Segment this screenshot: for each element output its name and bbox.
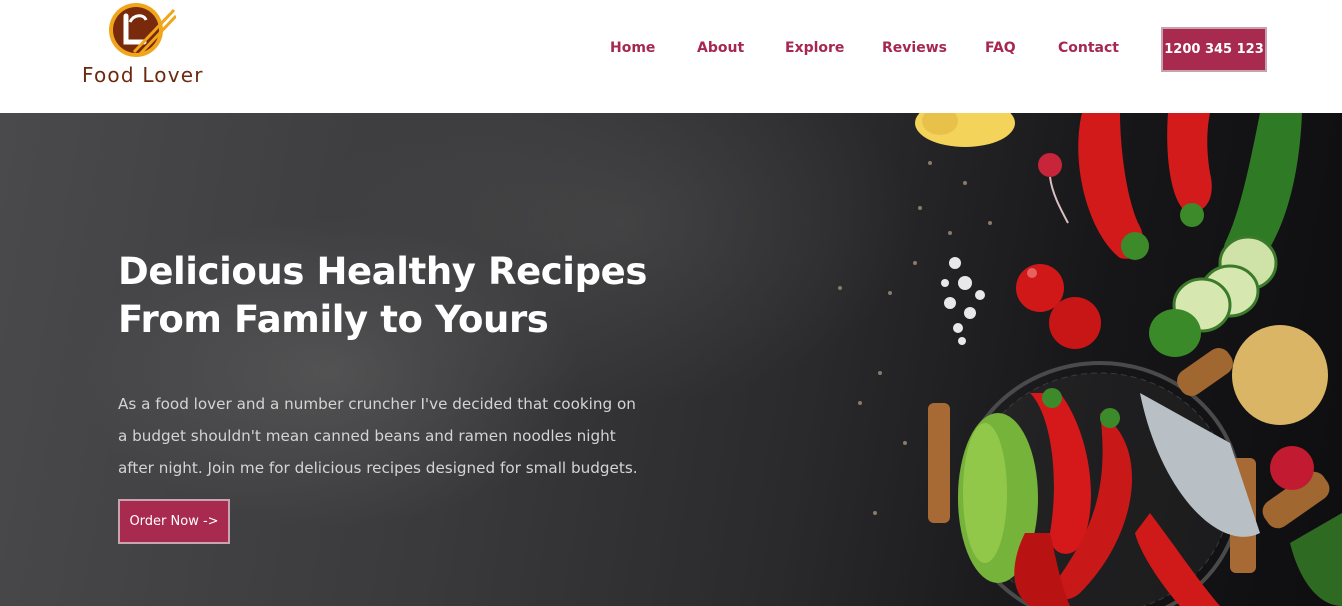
hero-description-line: after night. Join me for delicious recip… [118,459,638,477]
nav-link-faq[interactable]: FAQ [985,40,1016,56]
site-header: Food Lover Home About Explore Reviews FA… [0,0,1342,113]
order-now-button[interactable]: Order Now -> [118,499,230,544]
hero-description-line: As a food lover and a number cruncher I'… [118,395,636,413]
nav-link-about[interactable]: About [697,40,744,56]
phone-button[interactable]: 1200 345 123 [1161,27,1267,72]
chopsticks-plate-logo-icon [109,3,176,57]
hero-title-line: From Family to Yours [118,298,549,341]
nav-link-contact[interactable]: Contact [1058,40,1119,56]
hero-title: Delicious Healthy Recipes From Family to… [118,248,718,344]
brand-name: Food Lover [82,63,204,87]
hero-section: Delicious Healthy Recipes From Family to… [0,113,1342,606]
brand-logo[interactable]: Food Lover [82,0,222,100]
nav-link-home[interactable]: Home [610,40,655,56]
nav-link-reviews[interactable]: Reviews [882,40,947,56]
nav-link-explore[interactable]: Explore [785,40,844,56]
hero-description: As a food lover and a number cruncher I'… [118,388,698,484]
vegetables-image [838,113,1342,606]
hero-title-line: Delicious Healthy Recipes [118,250,647,293]
hero-description-line: a budget shouldn't mean canned beans and… [118,427,616,445]
